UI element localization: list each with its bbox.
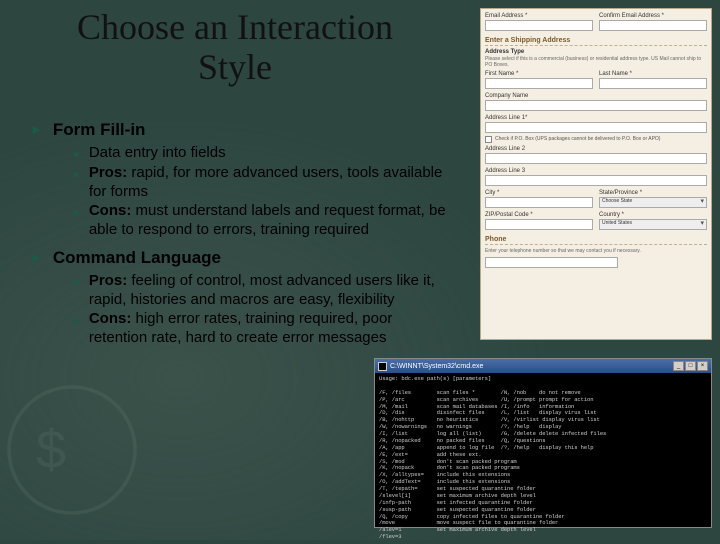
- state-select: Choose State: [599, 197, 707, 208]
- form-label: State/Province *: [599, 190, 707, 196]
- confirm-email-field: [599, 20, 707, 31]
- bullet-text: Cons: high error rates, training require…: [89, 310, 450, 348]
- form-section-header: Enter a Shipping Address: [485, 37, 707, 46]
- form-label: Address Line 3: [485, 168, 707, 174]
- address2-field: [485, 153, 707, 164]
- form-label: Address Line 1*: [485, 115, 707, 121]
- email-field: [485, 20, 593, 31]
- bullet-text: Pros: feeling of control, most advanced …: [89, 272, 450, 310]
- bullet-square-icon: ■: [74, 208, 79, 218]
- last-name-field: [599, 78, 707, 89]
- form-label: City *: [485, 190, 593, 196]
- form-label: First Name *: [485, 71, 593, 77]
- section-heading: Form Fill-in: [53, 120, 146, 140]
- form-section-header: Phone: [485, 236, 707, 245]
- address3-field: [485, 175, 707, 186]
- country-select: United States: [599, 219, 707, 230]
- zip-field: [485, 219, 593, 230]
- svg-text:$: $: [36, 420, 66, 480]
- form-label: Confirm Email Address *: [599, 13, 707, 19]
- cmd-screenshot: C:\WINNT\System32\cmd.exe _ □ × Usage: b…: [374, 358, 712, 528]
- bullet-square-icon: ■: [74, 316, 79, 326]
- form-label: Address Type: [485, 49, 707, 55]
- pobox-checkbox: [485, 136, 492, 143]
- slide-title: Choose an Interaction Style: [0, 0, 470, 87]
- first-name-field: [485, 78, 593, 89]
- slide-content: ► Form Fill-in ■ Data entry into fields …: [30, 120, 450, 356]
- address1-field: [485, 122, 707, 133]
- form-screenshot: Email Address * Confirm Email Address * …: [480, 8, 712, 340]
- form-label: Company Name: [485, 93, 707, 99]
- form-label: ZIP/Postal Code *: [485, 212, 593, 218]
- cmd-window-title: C:\WINNT\System32\cmd.exe: [390, 363, 673, 370]
- form-checkbox-label: Check if P.O. Box (UPS packages cannot b…: [495, 136, 660, 142]
- form-label: Country *: [599, 212, 707, 218]
- form-label: Email Address *: [485, 13, 593, 19]
- bullet-arrow-icon: ►: [30, 250, 43, 265]
- cmd-output: Usage: bdc.exe path(s) [parameters] /F, …: [375, 373, 711, 544]
- bullet-text: Data entry into fields: [89, 144, 226, 163]
- maximize-button: □: [685, 361, 696, 371]
- form-hint: Enter your telephone number so that we m…: [485, 248, 707, 254]
- bullet-square-icon: ■: [74, 150, 79, 160]
- form-label: Last Name *: [599, 71, 707, 77]
- bullet-arrow-icon: ►: [30, 122, 43, 137]
- cmd-icon: [378, 362, 387, 371]
- bullet-text: Cons: must understand labels and request…: [89, 202, 450, 240]
- bullet-text: Pros: rapid, for more advanced users, to…: [89, 164, 450, 202]
- minimize-button: _: [673, 361, 684, 371]
- cmd-titlebar: C:\WINNT\System32\cmd.exe _ □ ×: [375, 359, 711, 373]
- bullet-square-icon: ■: [74, 170, 79, 180]
- watermark-graphic: $: [0, 360, 180, 540]
- phone-field: [485, 257, 618, 268]
- form-hint: Please select if this is a commercial (b…: [485, 56, 707, 68]
- company-field: [485, 100, 707, 111]
- close-button: ×: [697, 361, 708, 371]
- section-heading: Command Language: [53, 248, 221, 268]
- bullet-square-icon: ■: [74, 278, 79, 288]
- city-field: [485, 197, 593, 208]
- form-label: Address Line 2: [485, 146, 707, 152]
